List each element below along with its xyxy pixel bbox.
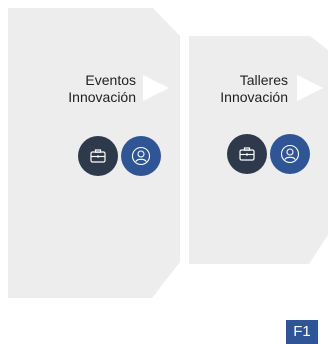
user-button[interactable] (121, 136, 161, 176)
user-icon (131, 146, 151, 166)
f1-badge[interactable]: F1 (286, 320, 318, 344)
briefcase-icon (239, 147, 255, 161)
card-title: Talleres Innovación (220, 72, 288, 106)
card-title-line-1: Talleres (239, 72, 288, 88)
stage: Eventos Innovación Talleres Innovación F… (0, 0, 328, 344)
user-icon (280, 144, 300, 164)
card-title: Eventos Innovación (68, 72, 136, 106)
arrow-right-icon[interactable] (143, 75, 169, 101)
user-button[interactable] (270, 134, 310, 174)
card-talleres-innovacion[interactable]: Talleres Innovación (189, 36, 328, 264)
briefcase-icon (90, 149, 106, 163)
arrow-right-icon[interactable] (297, 75, 323, 101)
briefcase-button[interactable] (78, 136, 118, 176)
card-title-line-2: Innovación (68, 89, 136, 105)
card-eventos-innovacion[interactable]: Eventos Innovación (8, 8, 188, 298)
card-title-line-2: Innovación (220, 89, 288, 105)
briefcase-button[interactable] (227, 134, 267, 174)
card-title-line-1: Eventos (85, 72, 136, 88)
